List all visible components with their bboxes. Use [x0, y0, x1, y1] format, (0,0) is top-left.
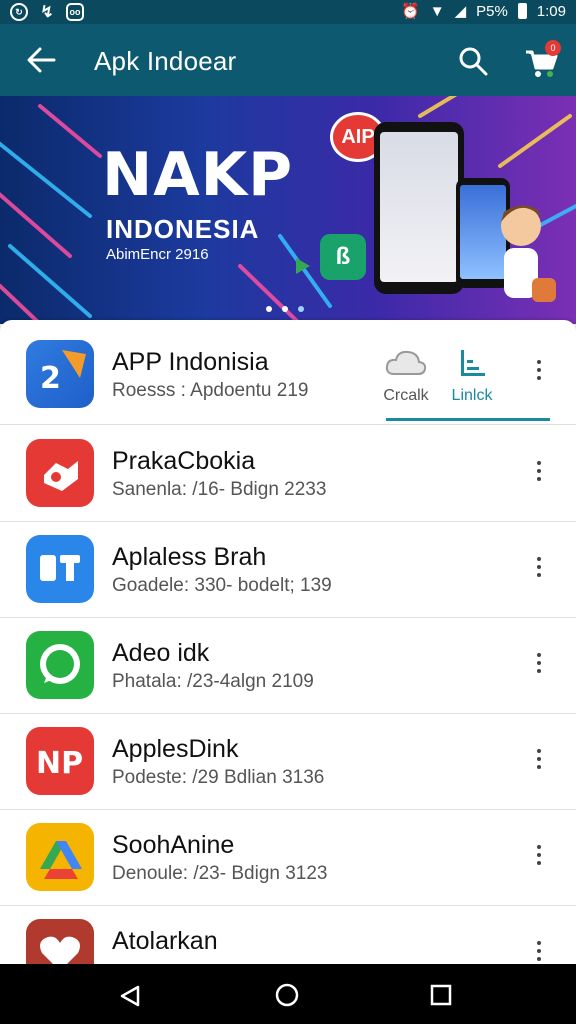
- clock: 1:09: [536, 2, 566, 20]
- carousel-dot[interactable]: [266, 306, 272, 312]
- sync-icon: ↻: [10, 3, 28, 21]
- carousel-dot-active[interactable]: [298, 306, 304, 312]
- bolt-icon: ↯: [40, 4, 54, 21]
- puzzle-icon[interactable]: [26, 535, 94, 603]
- battery-text: P5%: [476, 2, 508, 20]
- wifi-icon: ▼: [429, 2, 445, 20]
- heart-app-icon[interactable]: [26, 919, 94, 965]
- list-item[interactable]: Aplaless Brah Goadele: 330- bodelt; 139: [0, 521, 576, 618]
- cloud-icon: [385, 350, 427, 375]
- link-action-label: Linlck: [451, 387, 493, 404]
- app-meta: Goadele: 330- bodelt; 139: [112, 575, 332, 596]
- more-options-icon[interactable]: [536, 749, 542, 773]
- app-name: SoohAnine: [112, 831, 235, 859]
- search-icon[interactable]: [458, 46, 488, 76]
- app-meta: Phatala: /23-4algn 2109: [112, 671, 314, 692]
- cloud-action-label: Crcalk: [383, 387, 429, 404]
- back-triangle-icon[interactable]: [118, 984, 142, 1008]
- alarm-icon: ⏰: [401, 3, 420, 20]
- app-meta: Sanenla: /16- Bdign 2233: [112, 479, 327, 500]
- app-name: ApplesDink: [112, 735, 239, 763]
- active-tab-indicator: [386, 418, 550, 421]
- svg-text:2: 2: [40, 361, 61, 396]
- mascot-image: [501, 205, 556, 302]
- app-meta: Podeste: /29 Bdlian 3136: [112, 767, 325, 788]
- app-name: PrakaCbokia: [112, 447, 256, 475]
- more-options-icon[interactable]: [536, 653, 542, 677]
- featured-app-name: APP Indonisia: [112, 348, 269, 376]
- recents-square-icon[interactable]: [430, 984, 452, 1006]
- carousel-dot[interactable]: [282, 306, 288, 312]
- banner-title: NAKP: [102, 140, 294, 210]
- featured-app-meta: Roesss : Apdoentu 219: [112, 380, 309, 401]
- app-list: PrakaCbokia Sanenla: /16- Bdign 2233 Apl…: [0, 424, 576, 965]
- app-name: Atolarkan: [112, 927, 218, 955]
- list-item[interactable]: Adeo idk Phatala: /23-4algn 2109: [0, 617, 576, 714]
- featured-app-icon[interactable]: 2: [26, 340, 94, 408]
- featured-app-card[interactable]: 2 APP Indonisia Roesss : Apdoentu 219 Cr…: [0, 320, 576, 424]
- more-options-icon[interactable]: [536, 360, 542, 384]
- handshake-icon[interactable]: [26, 439, 94, 507]
- play-store-icon: [296, 258, 310, 274]
- chat-bubble-icon[interactable]: [26, 631, 94, 699]
- app-bar: Apk Indoear 0: [0, 24, 576, 96]
- banner-small-text: AbimEncr 2916: [106, 246, 209, 263]
- cloud-action-button[interactable]: Crcalk: [378, 348, 434, 405]
- signal-icon: ◢: [454, 3, 467, 20]
- app-name: Adeo idk: [112, 639, 210, 667]
- promo-banner[interactable]: NAKP INDONESIA AbimEncr 2916 AIP ß: [0, 96, 576, 324]
- more-options-icon[interactable]: [536, 941, 542, 965]
- app-logo-icon: ß: [320, 234, 366, 280]
- svg-text:NP: NP: [36, 746, 83, 781]
- chart-icon: [461, 350, 485, 376]
- drive-triangle-icon[interactable]: [26, 823, 94, 891]
- cart-badge: 0: [545, 40, 561, 56]
- np-logo-icon[interactable]: NP: [26, 727, 94, 795]
- list-item[interactable]: Atolarkan: [0, 905, 576, 965]
- system-nav-bar: [0, 964, 576, 1024]
- battery-icon: [517, 3, 527, 19]
- voicemail-icon: oo: [66, 3, 84, 21]
- status-bar: ↻ ↯ oo ⏰ ▼ ◢ P5% 1:09: [0, 0, 576, 24]
- more-options-icon[interactable]: [536, 461, 542, 485]
- carousel-dots[interactable]: [266, 306, 304, 312]
- list-item[interactable]: SoohAnine Denoule: /23- Bdign 3123: [0, 809, 576, 906]
- page-title: Apk Indoear: [94, 46, 237, 76]
- more-options-icon[interactable]: [536, 557, 542, 581]
- link-action-button[interactable]: Linlck: [444, 348, 500, 405]
- list-item[interactable]: PrakaCbokia Sanenla: /16- Bdign 2233: [0, 425, 576, 522]
- home-circle-icon[interactable]: [274, 982, 300, 1008]
- list-item[interactable]: NP ApplesDink Podeste: /29 Bdlian 3136: [0, 713, 576, 810]
- app-name: Aplaless Brah: [112, 543, 267, 571]
- more-options-icon[interactable]: [536, 845, 542, 869]
- back-arrow-icon[interactable]: [26, 46, 56, 74]
- phone-image: [374, 122, 464, 294]
- banner-subtitle: INDONESIA: [106, 214, 260, 244]
- app-meta: Denoule: /23- Bdign 3123: [112, 863, 328, 884]
